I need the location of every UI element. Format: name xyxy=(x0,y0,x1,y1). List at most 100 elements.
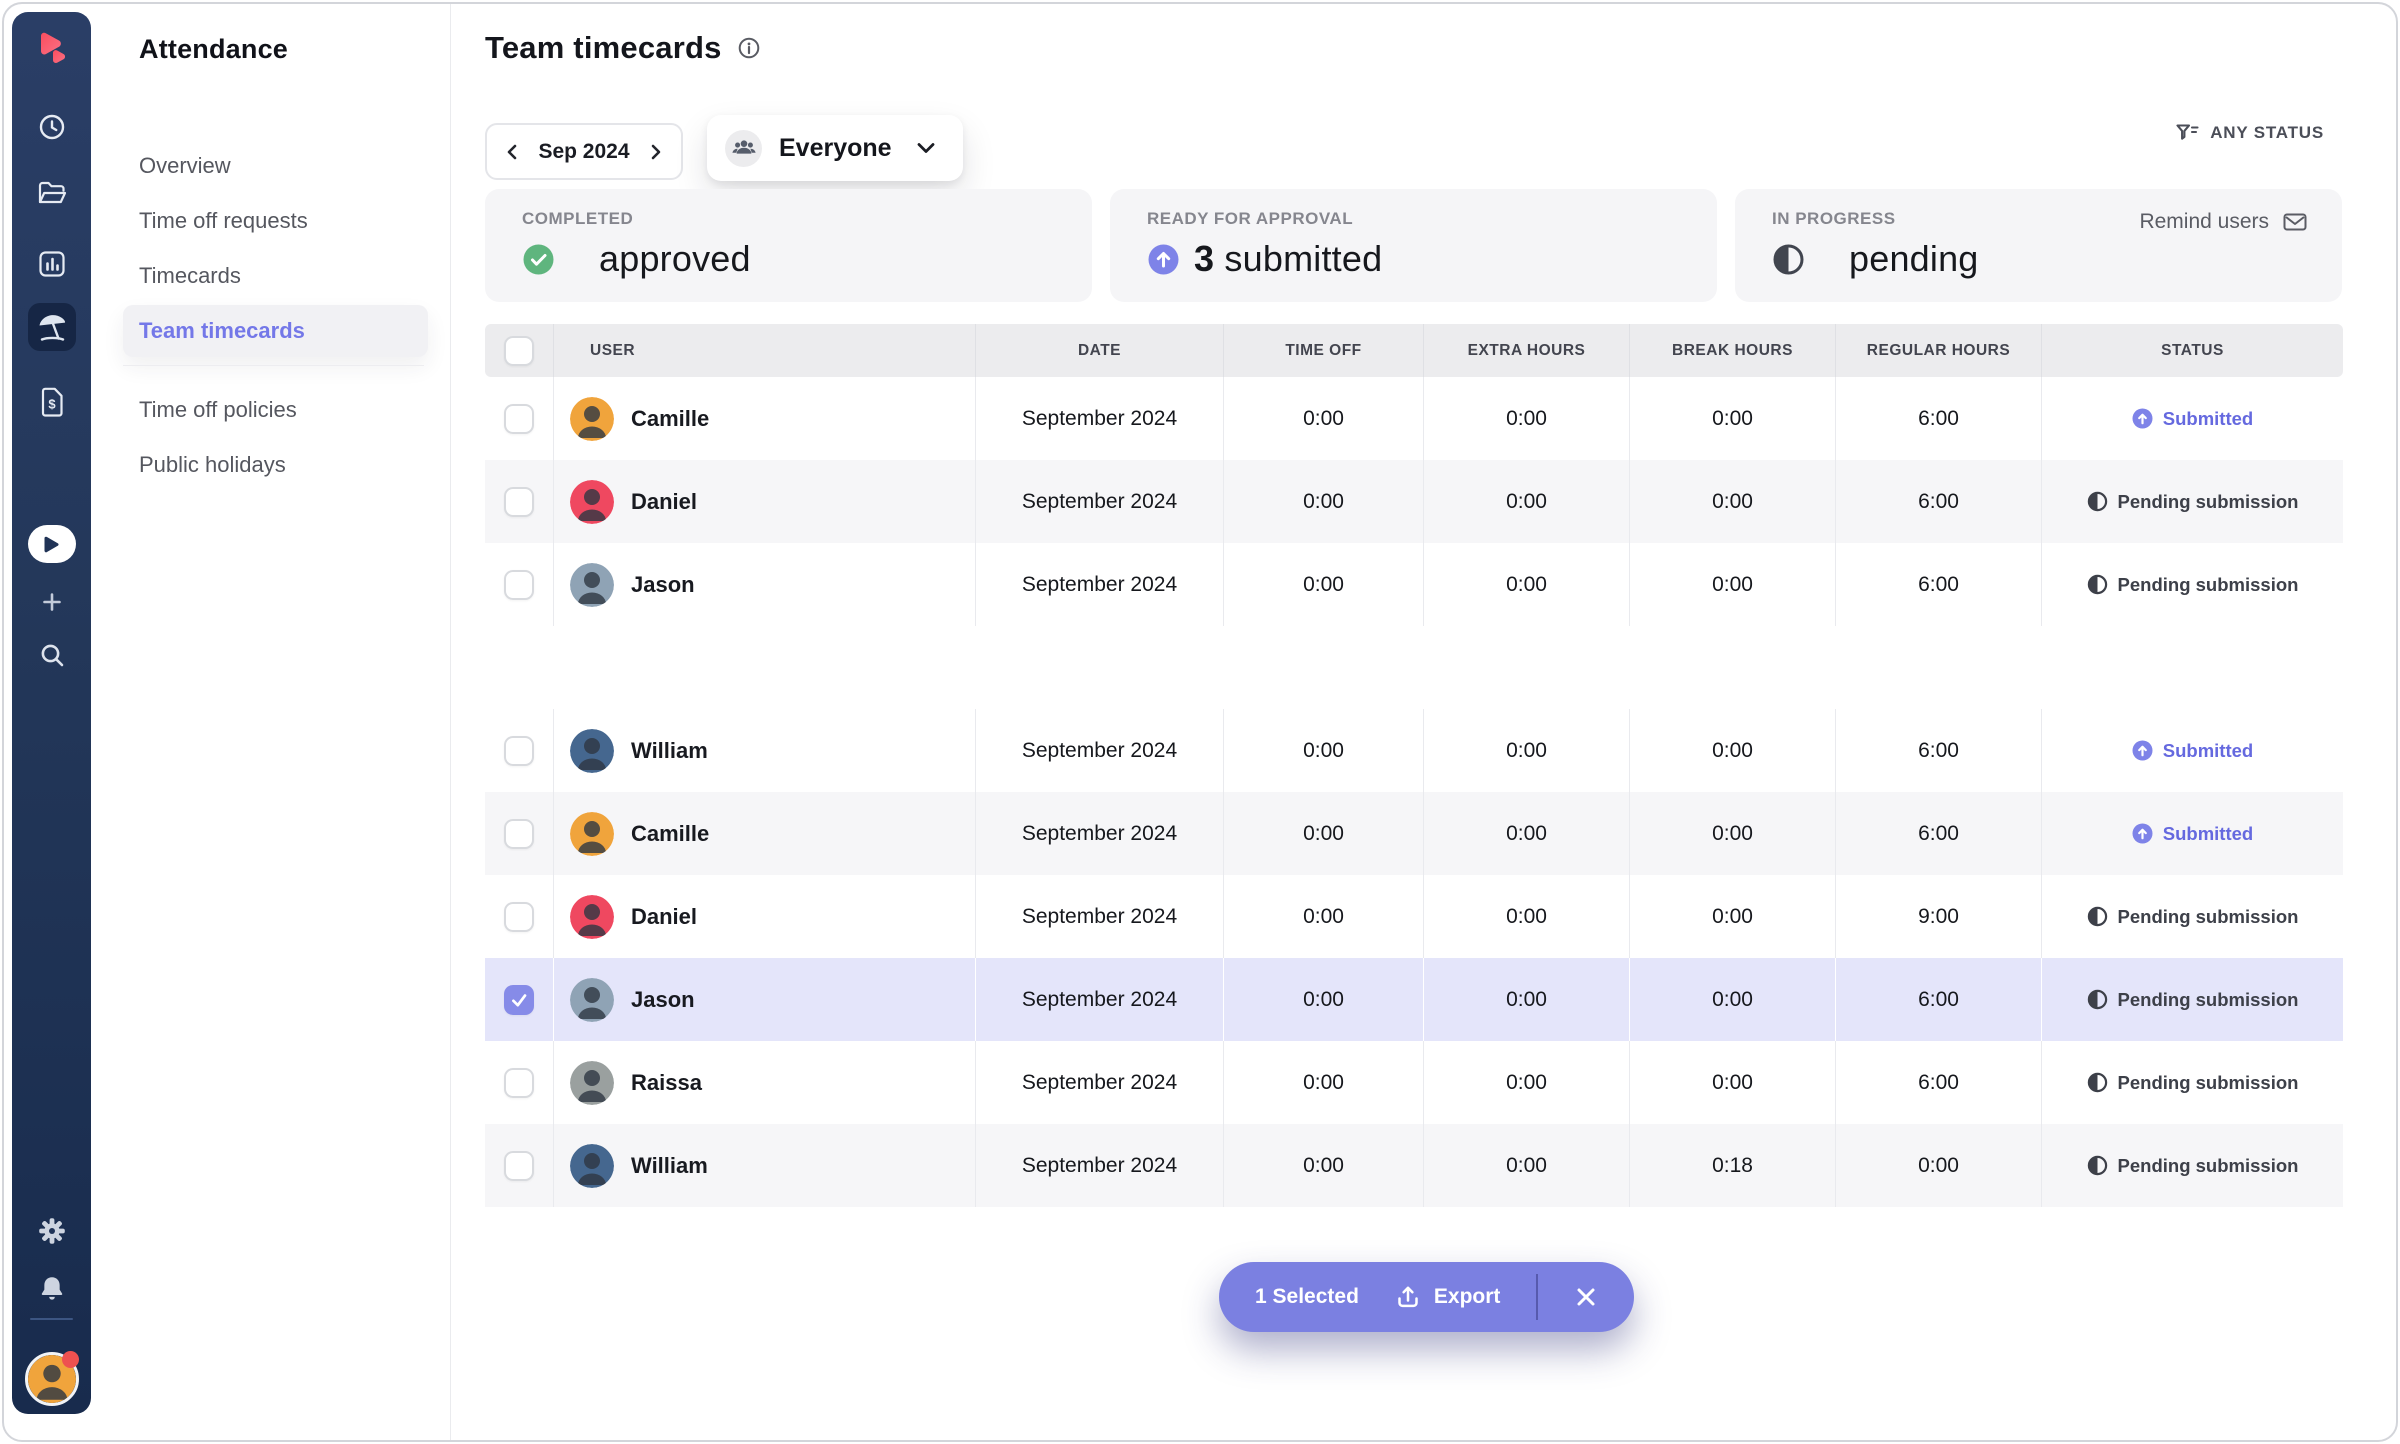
reports-chart-icon[interactable] xyxy=(37,249,67,279)
extra-hours-cell: 0:00 xyxy=(1423,377,1629,460)
user-name: William xyxy=(631,1153,708,1179)
regular-hours-cell: 6:00 xyxy=(1835,792,2041,875)
row-checkbox[interactable] xyxy=(504,902,534,932)
regular-hours-cell: 0:00 xyxy=(1835,1124,2041,1207)
user-cell: Camille xyxy=(553,792,975,875)
sidebar-item-team-timecards[interactable]: Team timecards xyxy=(123,305,428,357)
column-header-user[interactable]: USER xyxy=(553,324,975,377)
row-checkbox[interactable] xyxy=(504,985,534,1015)
table-row[interactable]: CamilleSeptember 20240:000:000:006:00Sub… xyxy=(485,377,2343,460)
break-hours-cell: 0:00 xyxy=(1629,543,1835,626)
regular-hours-cell: 6:00 xyxy=(1835,460,2041,543)
status-filter-label: ANY STATUS xyxy=(2210,123,2324,143)
table-header: USERDATETIME OFFEXTRA HOURSBREAK HOURSRE… xyxy=(485,324,2343,377)
row-checkbox[interactable] xyxy=(504,736,534,766)
summary-cards: COMPLETEDapprovedREADY FOR APPROVAL3 sub… xyxy=(485,189,2342,302)
user-avatar xyxy=(570,1144,614,1188)
table-row[interactable]: JasonSeptember 20240:000:000:006:00Pendi… xyxy=(485,958,2343,1041)
sidebar-item-time-off-policies[interactable]: Time off policies xyxy=(91,382,450,437)
people-icon xyxy=(725,130,762,167)
folder-icon[interactable] xyxy=(37,180,67,206)
table-row[interactable]: WilliamSeptember 20240:000:000:180:00Pen… xyxy=(485,1124,2343,1207)
extra-hours-cell: 0:00 xyxy=(1423,460,1629,543)
arrow-up-circle-icon xyxy=(1147,243,1180,276)
status-cell: Pending submission xyxy=(2041,460,2343,543)
regular-hours-cell: 6:00 xyxy=(1835,1041,2041,1124)
date-cell: September 2024 xyxy=(975,958,1223,1041)
search-icon[interactable] xyxy=(38,641,66,669)
pending-icon xyxy=(2087,491,2108,512)
break-hours-cell: 0:00 xyxy=(1629,709,1835,792)
pending-icon xyxy=(2087,906,2108,927)
sidebar-item-timecards[interactable]: Timecards xyxy=(91,248,450,303)
column-header-date[interactable]: DATE xyxy=(975,324,1223,377)
remind-users-button[interactable]: Remind users xyxy=(2139,210,2308,234)
user-cell: Camille xyxy=(553,377,975,460)
info-icon[interactable] xyxy=(738,37,760,59)
people-filter-dropdown[interactable]: Everyone xyxy=(707,115,963,181)
summary-card: COMPLETEDapproved xyxy=(485,189,1092,302)
row-checkbox[interactable] xyxy=(504,404,534,434)
export-icon xyxy=(1395,1284,1421,1310)
user-avatar xyxy=(570,978,614,1022)
table-row[interactable]: DanielSeptember 20240:000:000:006:00Pend… xyxy=(485,460,2343,543)
action-bar-divider xyxy=(1536,1274,1538,1320)
settings-gear-icon[interactable] xyxy=(37,1216,67,1246)
break-hours-cell: 0:00 xyxy=(1629,377,1835,460)
date-cell: September 2024 xyxy=(975,709,1223,792)
column-header-break-hours[interactable]: BREAK HOURS xyxy=(1629,324,1835,377)
row-checkbox[interactable] xyxy=(504,1068,534,1098)
column-header-time-off[interactable]: TIME OFF xyxy=(1223,324,1423,377)
row-checkbox[interactable] xyxy=(504,487,534,517)
pending-icon xyxy=(2087,1072,2108,1093)
column-header-regular-hours[interactable]: REGULAR HOURS xyxy=(1835,324,2041,377)
next-month-button[interactable] xyxy=(647,142,665,162)
page-title: Team timecards xyxy=(485,30,722,66)
date-cell: September 2024 xyxy=(975,1041,1223,1124)
date-cell: September 2024 xyxy=(975,377,1223,460)
pending-icon xyxy=(2087,989,2108,1010)
filter-icon xyxy=(2175,122,2199,144)
sidebar-nav: OverviewTime off requestsTimecardsTeam t… xyxy=(91,138,450,492)
sidebar-divider xyxy=(123,365,424,366)
time-tracking-icon[interactable] xyxy=(37,112,67,142)
status-label: Pending submission xyxy=(2118,1155,2299,1177)
add-icon[interactable] xyxy=(38,588,66,616)
status-cell: Pending submission xyxy=(2041,958,2343,1041)
summary-card-value-row: pending xyxy=(1772,238,2342,280)
row-checkbox[interactable] xyxy=(504,1151,534,1181)
table-row[interactable]: JasonSeptember 20240:000:000:006:00Pendi… xyxy=(485,543,2343,626)
sidebar-item-overview[interactable]: Overview xyxy=(91,138,450,193)
break-hours-cell: 0:00 xyxy=(1629,460,1835,543)
regular-hours-cell: 6:00 xyxy=(1835,377,2041,460)
prev-month-button[interactable] xyxy=(503,142,521,162)
timecards-table: USERDATETIME OFFEXTRA HOURSBREAK HOURSRE… xyxy=(485,324,2343,1207)
export-button[interactable]: Export xyxy=(1395,1284,1501,1310)
time-off-cell: 0:00 xyxy=(1223,1041,1423,1124)
time-off-cell: 0:00 xyxy=(1223,377,1423,460)
date-cell: September 2024 xyxy=(975,1124,1223,1207)
payroll-document-icon[interactable]: $ xyxy=(38,387,66,418)
sidebar-item-public-holidays[interactable]: Public holidays xyxy=(91,437,450,492)
table-row[interactable]: CamilleSeptember 20240:000:000:006:00Sub… xyxy=(485,792,2343,875)
table-row[interactable]: RaissaSeptember 20240:000:000:006:00Pend… xyxy=(485,1041,2343,1124)
play-button[interactable] xyxy=(28,525,76,563)
table-row[interactable]: WilliamSeptember 20240:000:000:006:00Sub… xyxy=(485,709,2343,792)
summary-card-value: approved xyxy=(599,238,751,280)
table-row[interactable]: DanielSeptember 20240:000:000:009:00Pend… xyxy=(485,875,2343,958)
select-all-checkbox[interactable] xyxy=(504,336,534,366)
status-filter[interactable]: ANY STATUS xyxy=(2175,122,2324,144)
row-checkbox-cell xyxy=(485,543,553,626)
column-header-status[interactable]: STATUS xyxy=(2041,324,2343,377)
current-user-avatar[interactable] xyxy=(25,1352,79,1406)
notifications-bell-icon[interactable] xyxy=(38,1274,66,1302)
table-group-gap xyxy=(485,626,2343,709)
row-checkbox[interactable] xyxy=(504,570,534,600)
time-off-umbrella-icon[interactable] xyxy=(28,303,76,351)
close-icon[interactable] xyxy=(1574,1285,1598,1309)
sidebar-item-time-off-requests[interactable]: Time off requests xyxy=(91,193,450,248)
row-checkbox[interactable] xyxy=(504,819,534,849)
column-header-extra-hours[interactable]: EXTRA HOURS xyxy=(1423,324,1629,377)
time-off-cell: 0:00 xyxy=(1223,1124,1423,1207)
user-avatar xyxy=(570,729,614,773)
